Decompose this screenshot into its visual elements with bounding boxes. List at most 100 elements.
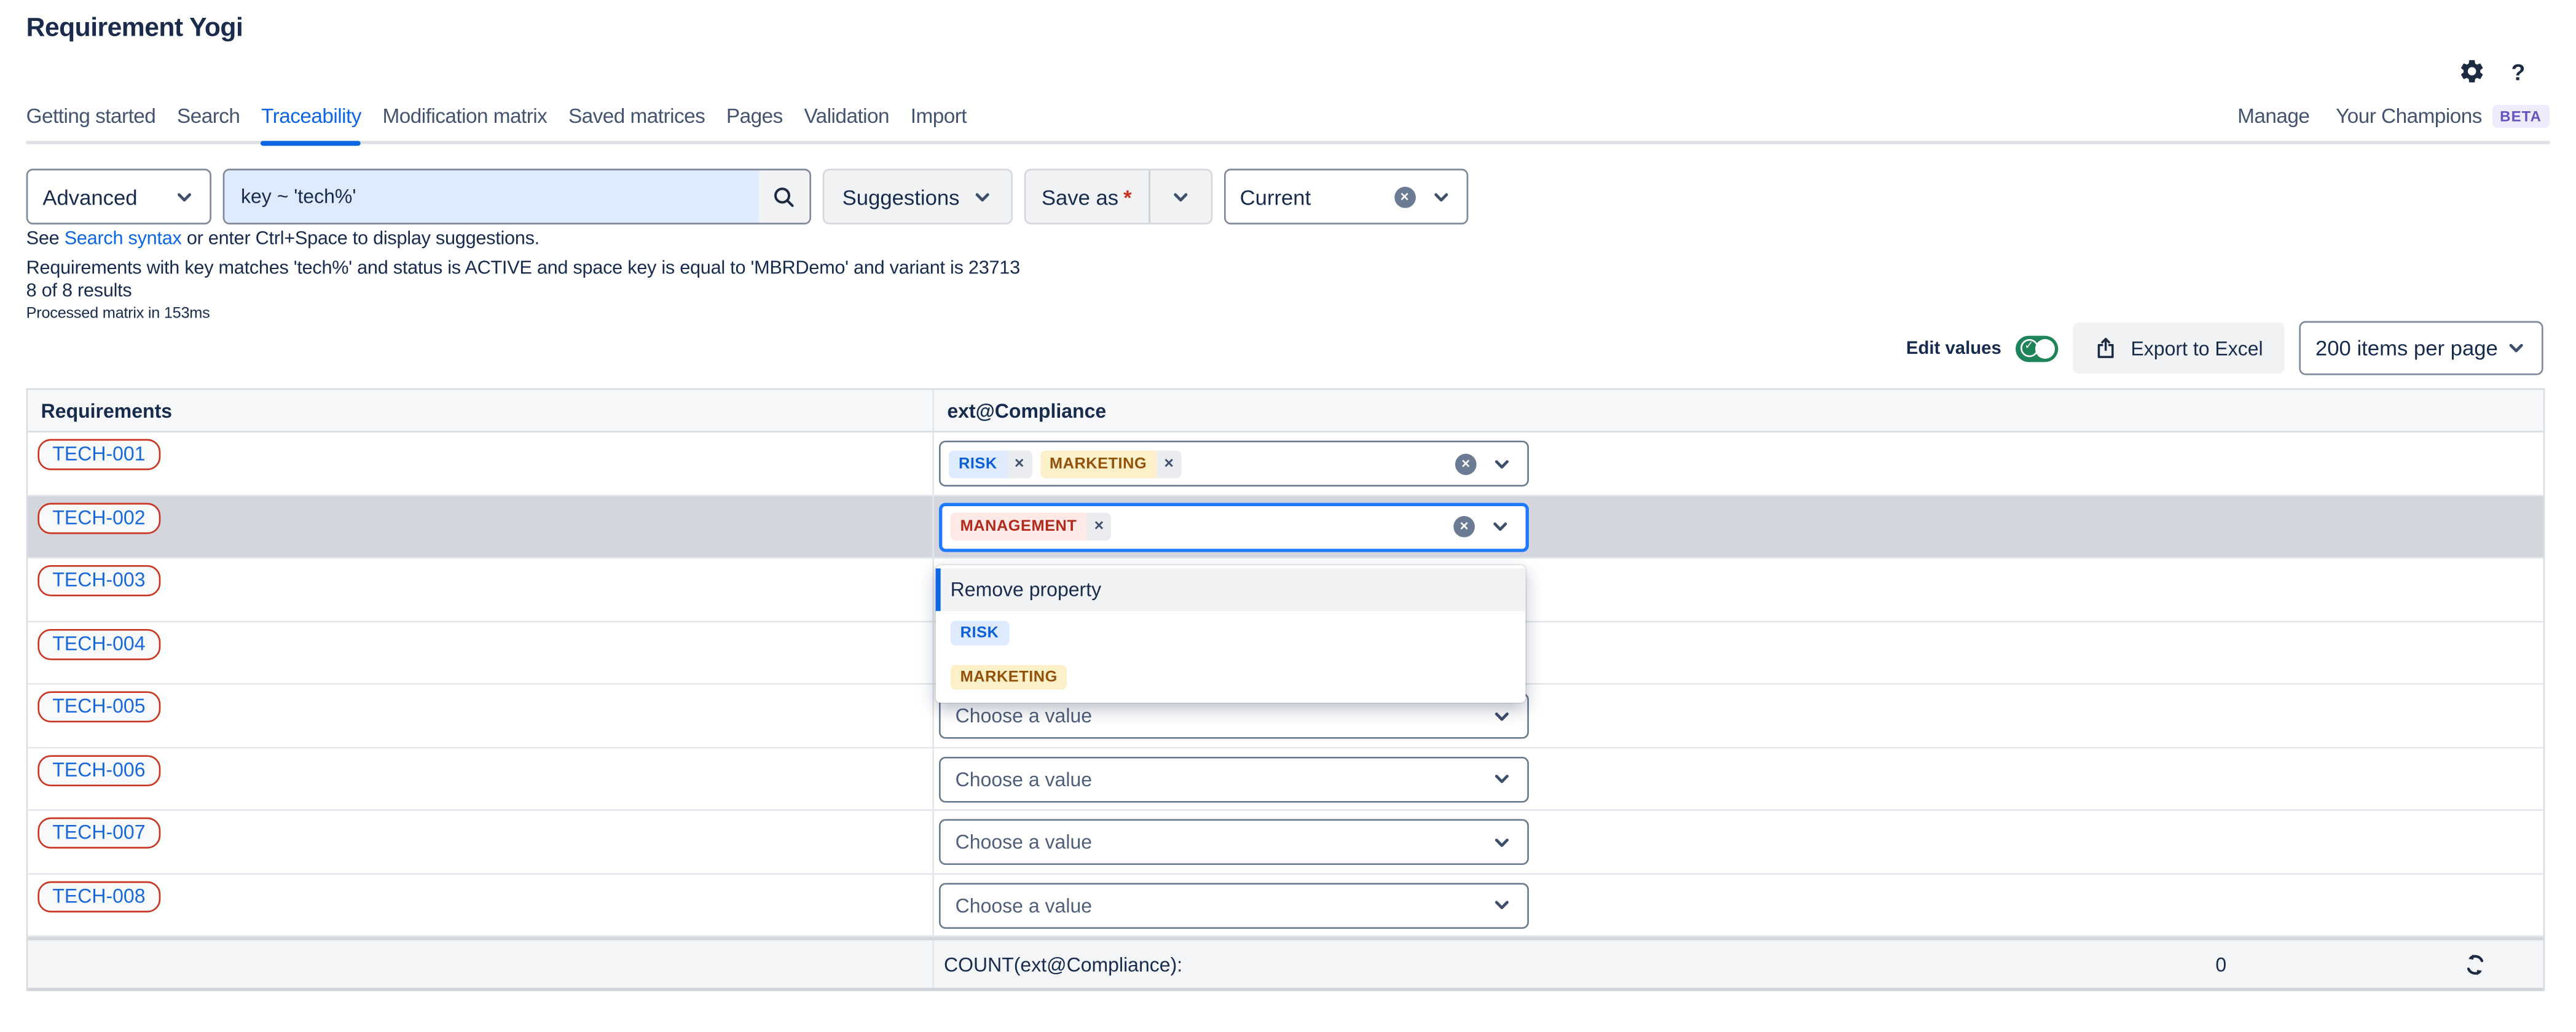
requirements-cell: TECH-002 [28,496,934,557]
help-icon[interactable]: ? [2511,58,2526,85]
value-tag: MANAGEMENT× [951,513,1112,541]
save-as-label: Save as [1042,184,1118,209]
chevron-down-icon [1491,831,1513,853]
compliance-cell: Choose a value [934,748,2543,809]
query-description: Requirements with key matches 'tech%' an… [26,259,1020,278]
table-row: TECH-001RISK×MARKETING×× [28,432,2543,496]
choose-value-select[interactable]: Choose a value [939,882,1529,928]
search-button[interactable] [759,170,810,222]
search-input[interactable] [224,170,758,222]
requirement-yogi-page: Requirement Yogi ? Getting started Search… [0,0,2576,1032]
select-placeholder: Choose a value [956,894,1092,917]
edit-values-label: Edit values [1906,338,2001,358]
export-to-excel-button[interactable]: Export to Excel [2073,322,2284,373]
saved-search-value: Current [1240,184,1311,209]
clear-saved-search-icon[interactable]: × [1394,186,1415,208]
requirements-cell: TECH-005 [28,685,934,746]
remove-tag-icon[interactable]: × [1156,450,1181,477]
search-mode-select[interactable]: Advanced [26,169,211,225]
select-placeholder: Choose a value [956,705,1092,727]
page-size-value: 200 items per page [2315,336,2498,361]
select-controls: × [1453,516,1510,538]
chevron-down-icon [1430,186,1451,208]
processing-time: Processed matrix in 153ms [26,305,210,322]
header-actions: ? [2459,57,2525,85]
tab-bar: Getting started Search Traceability Modific… [26,100,2550,144]
chevron-down-icon [1491,894,1513,916]
search-query-box [223,169,811,225]
tag-lozenge: MARKETING [951,665,1067,690]
beta-badge: BETA [2492,105,2550,128]
page-size-select[interactable]: 200 items per page [2299,321,2543,375]
select-placeholder: Choose a value [956,767,1092,790]
search-syntax-link[interactable]: Search syntax [65,229,182,249]
select-placeholder: Choose a value [956,831,1092,853]
requirement-key-link[interactable]: TECH-001 [37,439,160,471]
select-controls [1491,831,1513,853]
tab-your-champions[interactable]: Your ChampionsBETA [2336,105,2550,141]
chevron-down-icon [1490,516,1511,538]
tab-list: Getting started Search Traceability Modific… [26,105,967,141]
requirement-key-link[interactable]: TECH-002 [37,502,160,533]
dropdown-option-risk[interactable]: RISK [936,611,1526,655]
settings-icon[interactable] [2459,57,2486,85]
compliance-cell: RISK×MARKETING×× [934,432,2543,494]
edit-values-toggle[interactable]: ✓ [2016,335,2059,361]
tab-validation[interactable]: Validation [804,105,889,141]
search-icon [772,184,796,209]
footer-empty-cell [28,940,934,988]
chevron-down-icon [1491,768,1513,790]
requirements-cell: TECH-003 [28,558,934,620]
value-tag: RISK× [949,450,1032,477]
clear-values-icon[interactable]: × [1453,516,1475,538]
compliance-cell: Choose a value [934,874,2543,936]
toggle-knob [2036,338,2056,358]
tab-import[interactable]: Import [911,105,967,141]
requirements-cell: TECH-007 [28,811,934,872]
save-as-button[interactable]: Save as * [1025,170,1148,222]
tab-modification-matrix[interactable]: Modification matrix [383,105,548,141]
select-controls [1491,768,1513,790]
tag-multiselect[interactable]: MANAGEMENT×× [939,502,1529,551]
page-title: Requirement Yogi [26,15,243,44]
requirement-key-link[interactable]: TECH-003 [37,565,160,596]
requirements-cell: TECH-001 [28,432,934,494]
requirement-key-link[interactable]: TECH-005 [37,691,160,722]
tab-manage[interactable]: Manage [2237,105,2309,141]
remove-tag-icon[interactable]: × [1007,450,1032,477]
saved-search-select[interactable]: Current × [1223,169,1467,225]
requirement-key-link[interactable]: TECH-008 [37,880,160,912]
chevron-down-icon [174,186,195,208]
chevron-down-icon [1491,453,1513,474]
compliance-cell: Choose a value [934,811,2543,872]
choose-value-select[interactable]: Choose a value [939,756,1529,802]
choose-value-select[interactable]: Choose a value [939,819,1529,865]
tab-getting-started[interactable]: Getting started [26,105,156,141]
refresh-icon[interactable] [2463,952,2488,976]
requirements-cell: TECH-006 [28,748,934,809]
tag-multiselect[interactable]: RISK×MARKETING×× [939,440,1529,487]
suggestions-button[interactable]: Suggestions [823,169,1012,225]
export-icon [2095,336,2118,361]
requirement-key-link[interactable]: TECH-007 [37,818,160,849]
clear-values-icon[interactable]: × [1455,453,1477,474]
column-header-ext-compliance: ext@Compliance [934,390,2543,431]
tab-label: Manage [2237,105,2309,128]
count-value: 0 [2215,953,2226,975]
dropdown-option-marketing[interactable]: MARKETING [936,655,1526,700]
tab-pages[interactable]: Pages [726,105,783,141]
dropdown-option-remove-property[interactable]: Remove property [936,568,1526,611]
export-label: Export to Excel [2130,337,2263,359]
tab-saved-matrices[interactable]: Saved matrices [568,105,705,141]
search-toolbar: Advanced Suggestions Save as * Current [26,169,1468,225]
remove-tag-icon[interactable]: × [1086,513,1111,541]
footer-count-cell: COUNT(ext@Compliance): 0 [934,940,2543,988]
select-controls: × [1455,453,1512,474]
table-row: TECH-002MANAGEMENT×× [28,496,2543,559]
save-as-menu-button[interactable] [1150,170,1211,222]
tab-search[interactable]: Search [177,105,240,141]
requirements-cell: TECH-008 [28,874,934,936]
requirement-key-link[interactable]: TECH-006 [37,754,160,786]
tab-traceability[interactable]: Traceability [261,105,361,141]
requirement-key-link[interactable]: TECH-004 [37,628,160,660]
